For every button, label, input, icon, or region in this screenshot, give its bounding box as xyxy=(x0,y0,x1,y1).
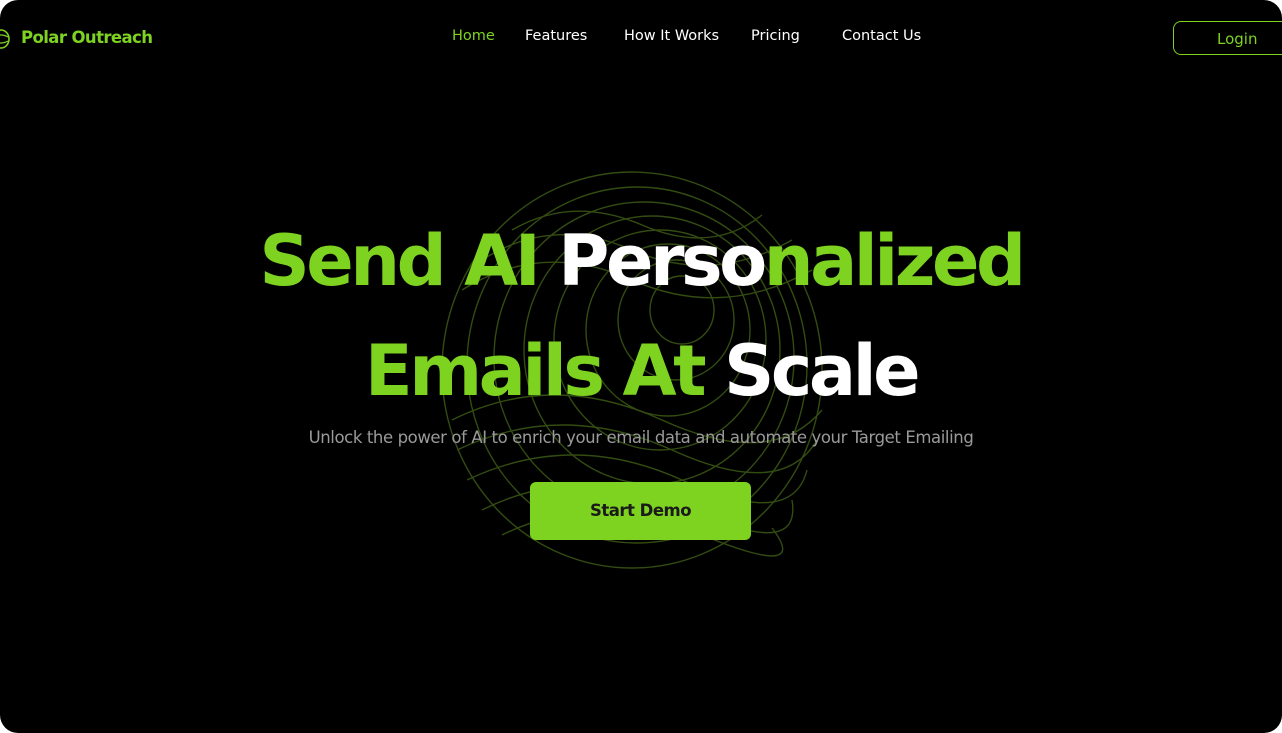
nav-how-it-works[interactable]: How It Works xyxy=(624,28,719,44)
hero-headline-white-2: Scale xyxy=(723,330,921,412)
login-button-label: Login xyxy=(1217,30,1258,48)
nav-pricing[interactable]: Pricing xyxy=(751,28,800,44)
hero-headline-line-1: Send AI Personalized xyxy=(0,221,1282,301)
nav-features[interactable]: Features xyxy=(525,28,587,44)
hero-headline-line-2: Emails At Scale xyxy=(0,331,1282,411)
nav-home[interactable]: Home xyxy=(452,28,495,44)
brand-logo[interactable]: Polar Outreach xyxy=(21,28,153,47)
page-frame: Polar Outreach Home Features How It Work… xyxy=(0,0,1282,733)
hero-headline-green-3: Emails At xyxy=(364,330,724,412)
polar-globe-icon xyxy=(0,29,10,49)
nav-contact-us[interactable]: Contact Us xyxy=(842,28,921,44)
hero-headline-green-2: nalized xyxy=(763,220,1026,302)
start-demo-button[interactable]: Start Demo xyxy=(530,482,751,540)
start-demo-label: Start Demo xyxy=(589,501,692,520)
login-button[interactable]: Login xyxy=(1173,21,1282,55)
hero-headline-green-1: Send AI xyxy=(259,220,559,302)
hero-subtitle: Unlock the power of AI to enrich your em… xyxy=(308,428,974,447)
hero-headline-white-1: Perso xyxy=(558,220,767,302)
